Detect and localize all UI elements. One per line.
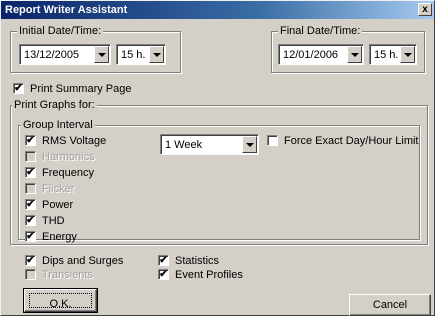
graph-harmonics-label: Harmonics [42, 151, 95, 163]
cancel-button[interactable]: Cancel [349, 294, 431, 316]
ok-button-label: O.K. [49, 298, 72, 310]
focus-rect: O.K. [29, 293, 92, 310]
final-datetime-legend: Final Date/Time: [278, 24, 363, 38]
checkbox-box[interactable]: ✔ [25, 255, 36, 266]
interval-dropdown[interactable]: 1 Week [160, 134, 259, 155]
checkbox-box[interactable]: ✔ [13, 83, 24, 94]
checkbox-box[interactable]: ✔ [25, 231, 36, 242]
checkbox-box[interactable] [267, 135, 278, 146]
print-summary-label: Print Summary Page [30, 83, 132, 95]
checkbox-box[interactable]: ✔ [25, 215, 36, 226]
checkbox-box[interactable]: ✔ [25, 199, 36, 210]
chevron-down-icon[interactable] [347, 46, 362, 63]
force-exact-label: Force Exact Day/Hour Limit [284, 135, 419, 147]
graph-rms-voltage-label: RMS Voltage [42, 135, 107, 147]
chevron-down-icon[interactable] [242, 136, 257, 153]
window-title: Report Writer Assistant [5, 4, 128, 16]
checkbox-box [25, 151, 36, 162]
chevron-down-icon[interactable] [400, 46, 415, 63]
initial-date-dropdown[interactable]: 13/12/2005 [19, 44, 111, 65]
checkbox-box [25, 183, 36, 194]
initial-datetime-legend: Initial Date/Time: [17, 24, 104, 38]
checkbox-box[interactable]: ✔ [158, 269, 169, 280]
close-icon: x [422, 4, 428, 15]
print-graphs-legend: Print Graphs for: [12, 98, 97, 112]
initial-datetime-group: Initial Date/Time: 13/12/2005 15 h. [10, 24, 181, 73]
interval-value: 1 Week [165, 139, 203, 151]
graph-power-label: Power [42, 199, 74, 211]
initial-hour-dropdown[interactable]: 15 h. [116, 44, 166, 65]
final-date-dropdown[interactable]: 12/01/2006 [278, 44, 364, 65]
graph-flicker-label: Flicker [42, 183, 75, 195]
chevron-down-icon[interactable] [94, 46, 109, 63]
dips-surges-label: Dips and Surges [42, 255, 124, 267]
cancel-button-label: Cancel [372, 299, 408, 311]
initial-hour-value: 15 h. [121, 49, 146, 61]
report-writer-dialog: Report Writer Assistant x Initial Date/T… [0, 0, 435, 316]
group-interval-legend: Group Interval [21, 118, 95, 132]
final-hour-dropdown[interactable]: 15 h. [369, 44, 417, 65]
checkbox-box[interactable]: ✔ [158, 255, 169, 266]
graph-thd-label: THD [42, 215, 65, 227]
final-date-value: 12/01/2006 [283, 49, 339, 61]
transients-label: Transients [42, 269, 93, 281]
final-hour-value: 15 h. [374, 49, 399, 61]
close-button[interactable]: x [418, 3, 432, 16]
initial-date-value: 13/12/2005 [24, 49, 80, 61]
event-profiles-label: Event Profiles [175, 269, 243, 281]
graph-frequency-label: Frequency [42, 167, 94, 179]
title-bar[interactable]: Report Writer Assistant x [1, 1, 434, 19]
chevron-down-icon[interactable] [149, 46, 164, 63]
checkbox-box[interactable]: ✔ [25, 135, 36, 146]
statistics-label: Statistics [175, 255, 220, 267]
graph-energy-label: Energy [42, 231, 77, 243]
final-datetime-group: Final Date/Time: 12/01/2006 15 h. [271, 24, 425, 73]
ok-button[interactable]: O.K. [23, 288, 98, 313]
checkbox-box[interactable]: ✔ [25, 167, 36, 178]
checkbox-box [25, 269, 36, 280]
